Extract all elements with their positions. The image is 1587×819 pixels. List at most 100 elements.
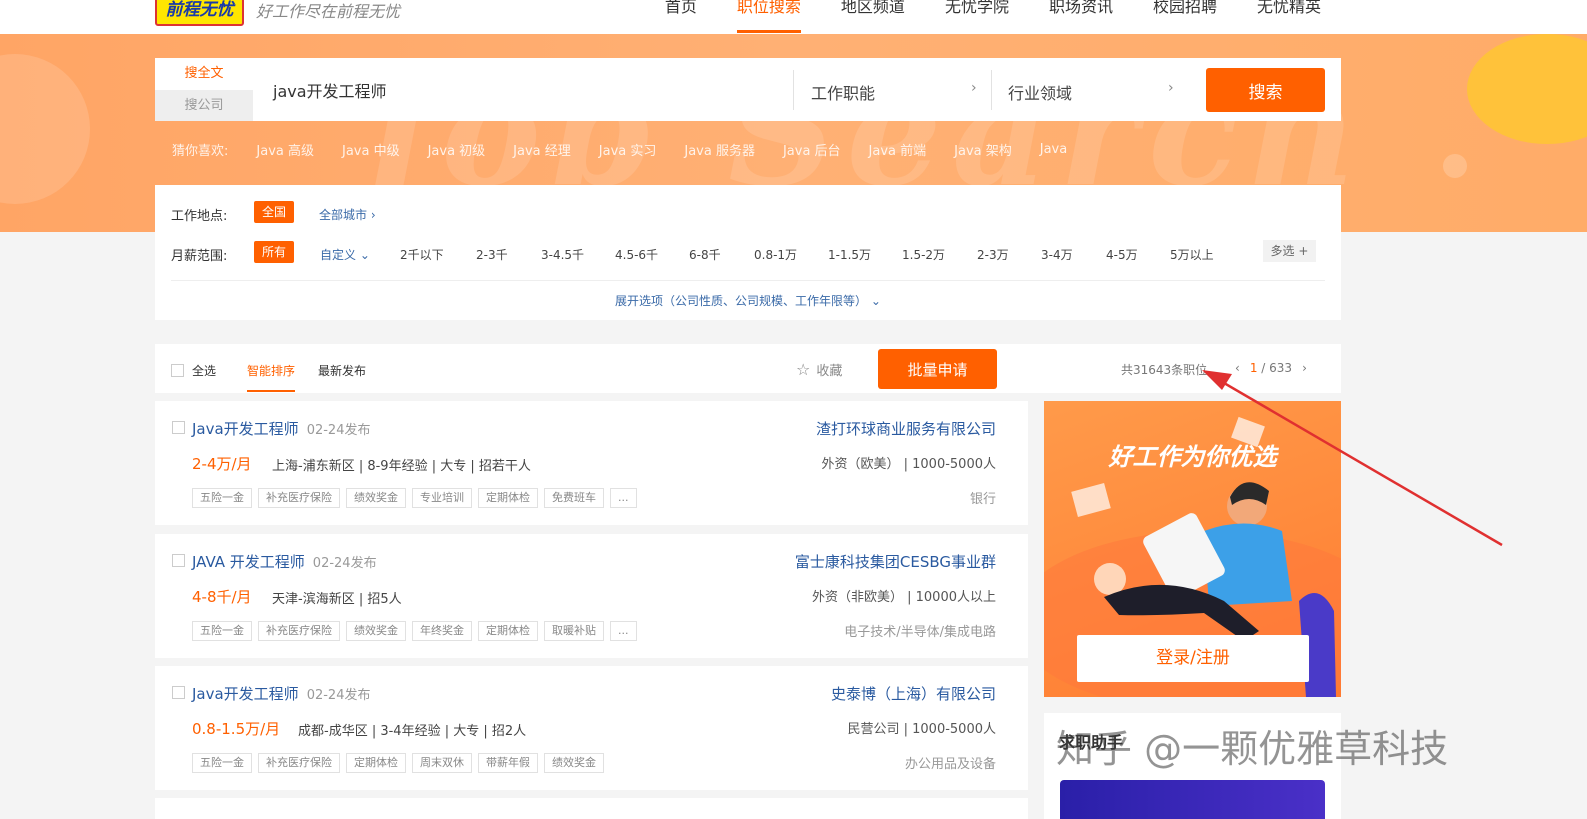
- job-card[interactable]: Java开发工程师 02-24发布 0.8-1.5万/月 成都-成华区 | 3-4…: [155, 666, 1028, 790]
- suggestion-item[interactable]: Java 中级: [342, 140, 400, 159]
- job-tag: 专业培训: [412, 488, 472, 508]
- job-card[interactable]: [155, 798, 1028, 819]
- all-cities-link[interactable]: 全部城市 ›: [319, 206, 376, 223]
- multi-select-button[interactable]: 多选 +: [1263, 240, 1316, 262]
- job-tag: 补充医疗保险: [258, 753, 340, 773]
- job-salary: 2-4万/月: [192, 455, 252, 473]
- salary-custom-dropdown[interactable]: 自定义 ⌄: [320, 246, 370, 263]
- nav-career-news[interactable]: 职场资讯: [1029, 0, 1133, 34]
- salary-option[interactable]: 6-8千: [689, 246, 721, 263]
- job-tag: 五险一金: [192, 488, 252, 508]
- filter-divider: [171, 280, 1325, 281]
- chevron-right-icon: ›: [370, 208, 376, 222]
- job-tag-more[interactable]: ...: [610, 621, 637, 641]
- prev-page-icon[interactable]: ‹: [1235, 361, 1240, 375]
- job-function-select[interactable]: 工作职能: [811, 80, 875, 104]
- suggestion-item[interactable]: Java 初级: [428, 140, 486, 159]
- company-name[interactable]: 富士康科技集团CESBG事业群: [795, 551, 996, 572]
- company-industry: 办公用品及设备: [904, 757, 996, 772]
- salary-all-pill[interactable]: 所有: [254, 241, 295, 263]
- suggestion-item[interactable]: Java 经理: [513, 140, 571, 159]
- salary-option[interactable]: 2-3万: [977, 246, 1009, 263]
- suggestion-item[interactable]: Java 服务器: [684, 140, 755, 159]
- job-checkbox[interactable]: [172, 554, 185, 567]
- search-divider: [991, 70, 992, 110]
- nav-home[interactable]: 首页: [645, 0, 717, 34]
- main-nav: 首页 职位搜索 地区频道 无忧学院 职场资讯 校园招聘 无忧精英: [645, 0, 1341, 34]
- plus-icon: +: [1298, 244, 1309, 258]
- job-info: 成都-成华区 | 3-4年经验 | 大专 | 招2人: [298, 724, 527, 739]
- page-separator: /: [1261, 361, 1266, 375]
- salary-option[interactable]: 3-4万: [1041, 246, 1073, 263]
- job-card[interactable]: JAVA 开发工程师 02-24发布 4-8千/月 天津-滨海新区 | 招5人 五…: [155, 534, 1028, 658]
- suggestion-item[interactable]: Java 高级: [256, 140, 314, 159]
- industry-select[interactable]: 行业领域: [1008, 80, 1072, 104]
- site-logo[interactable]: 前程无忧: [155, 0, 244, 26]
- job-tag: 免费班车: [544, 488, 604, 508]
- salary-option[interactable]: 0.8-1万: [754, 246, 797, 263]
- suggestion-item[interactable]: Java: [1040, 142, 1067, 157]
- job-tag: 定期体检: [346, 753, 406, 773]
- select-all-checkbox[interactable]: [171, 364, 184, 377]
- job-card[interactable]: Java开发工程师 02-24发布 2-4万/月 上海-浦东新区 | 8-9年经验…: [155, 401, 1028, 525]
- favorite-button[interactable]: ☆ 收藏: [796, 360, 842, 379]
- nav-region[interactable]: 地区频道: [821, 0, 925, 34]
- expand-options-link[interactable]: 展开选项（公司性质、公司规模、工作年限等） ⌄: [155, 292, 1341, 309]
- job-salary: 4-8千/月: [192, 588, 252, 606]
- sort-newest-tab[interactable]: 最新发布: [318, 362, 366, 379]
- salary-option[interactable]: 5万以上: [1170, 246, 1214, 263]
- job-assistant-banner[interactable]: [1060, 780, 1325, 819]
- salary-option[interactable]: 4-5万: [1106, 246, 1138, 263]
- job-tags: 五险一金 补充医疗保险 绩效奖金 年终奖金 定期体检 取暖补贴 ...: [192, 621, 637, 641]
- salary-option[interactable]: 2-3千: [476, 246, 508, 263]
- suggestion-item[interactable]: Java 后台: [783, 140, 841, 159]
- salary-option[interactable]: 1.5-2万: [902, 246, 945, 263]
- salary-option[interactable]: 3-4.5千: [541, 246, 584, 263]
- suggestion-item[interactable]: Java 前端: [869, 140, 927, 159]
- suggestion-item[interactable]: Java 实习: [599, 140, 657, 159]
- select-all[interactable]: 全选: [171, 362, 216, 379]
- sort-smart-tab[interactable]: 智能排序: [247, 362, 295, 379]
- search-button[interactable]: 搜索: [1206, 68, 1325, 112]
- salary-option[interactable]: 2千以下: [400, 246, 444, 263]
- job-tag: 带薪年假: [478, 753, 538, 773]
- job-info: 天津-滨海新区 | 招5人: [272, 592, 402, 607]
- login-register-button[interactable]: 登录/注册: [1077, 635, 1309, 682]
- salary-option[interactable]: 1-1.5万: [828, 246, 871, 263]
- job-tag-more[interactable]: ...: [610, 488, 637, 508]
- nav-campus[interactable]: 校园招聘: [1133, 0, 1237, 34]
- banner-dot: [1443, 154, 1467, 178]
- tab-search-fulltext[interactable]: 搜全文: [155, 58, 253, 89]
- company-name[interactable]: 渣打环球商业服务有限公司: [816, 418, 996, 439]
- company-name[interactable]: 史泰博（上海）有限公司: [831, 683, 996, 704]
- salary-option[interactable]: 4.5-6千: [615, 246, 658, 263]
- suggestion-item[interactable]: Java 架构: [954, 140, 1012, 159]
- job-tags: 五险一金 补充医疗保险 绩效奖金 专业培训 定期体检 免费班车 ...: [192, 488, 637, 508]
- job-info: 上海-浦东新区 | 8-9年经验 | 大专 | 招若干人: [272, 459, 531, 474]
- nav-academy[interactable]: 无忧学院: [925, 0, 1029, 34]
- job-tag: 周末双休: [412, 753, 472, 773]
- current-page: 1: [1249, 361, 1258, 375]
- job-tag: 定期体检: [478, 621, 538, 641]
- promo-banner[interactable]: 好工作为你优选 登录/注册: [1044, 401, 1341, 697]
- next-page-icon[interactable]: ›: [1302, 361, 1307, 375]
- watermark-text: 知乎 @一颗优雅草科技: [1056, 727, 1449, 771]
- location-all-pill[interactable]: 全国: [254, 201, 295, 223]
- search-input[interactable]: java开发工程师: [273, 78, 387, 102]
- chevron-down-icon: ⌄: [870, 294, 881, 308]
- results-toolbar: 全选 智能排序 最新发布 ☆ 收藏 批量申请 共31643条职位 ‹ 1 / 6…: [155, 344, 1341, 393]
- company-info: 外资（非欧美） | 10000人以上: [812, 590, 996, 605]
- job-checkbox[interactable]: [172, 686, 185, 699]
- total-count: 共31643条职位: [1121, 363, 1208, 377]
- chevron-down-icon: ⌄: [359, 248, 370, 262]
- company-info: 民营公司 | 1000-5000人: [847, 722, 996, 737]
- job-title[interactable]: Java开发工程师 02-24发布: [192, 683, 370, 704]
- nav-elite[interactable]: 无忧精英: [1237, 0, 1341, 34]
- tab-search-company[interactable]: 搜公司: [155, 90, 253, 121]
- job-title[interactable]: Java开发工程师 02-24发布: [192, 418, 370, 439]
- batch-apply-button[interactable]: 批量申请: [878, 349, 997, 389]
- job-title[interactable]: JAVA 开发工程师 02-24发布: [192, 551, 377, 572]
- job-checkbox[interactable]: [172, 421, 185, 434]
- nav-job-search[interactable]: 职位搜索: [717, 0, 821, 34]
- company-info: 外资（欧美） | 1000-5000人: [821, 457, 996, 472]
